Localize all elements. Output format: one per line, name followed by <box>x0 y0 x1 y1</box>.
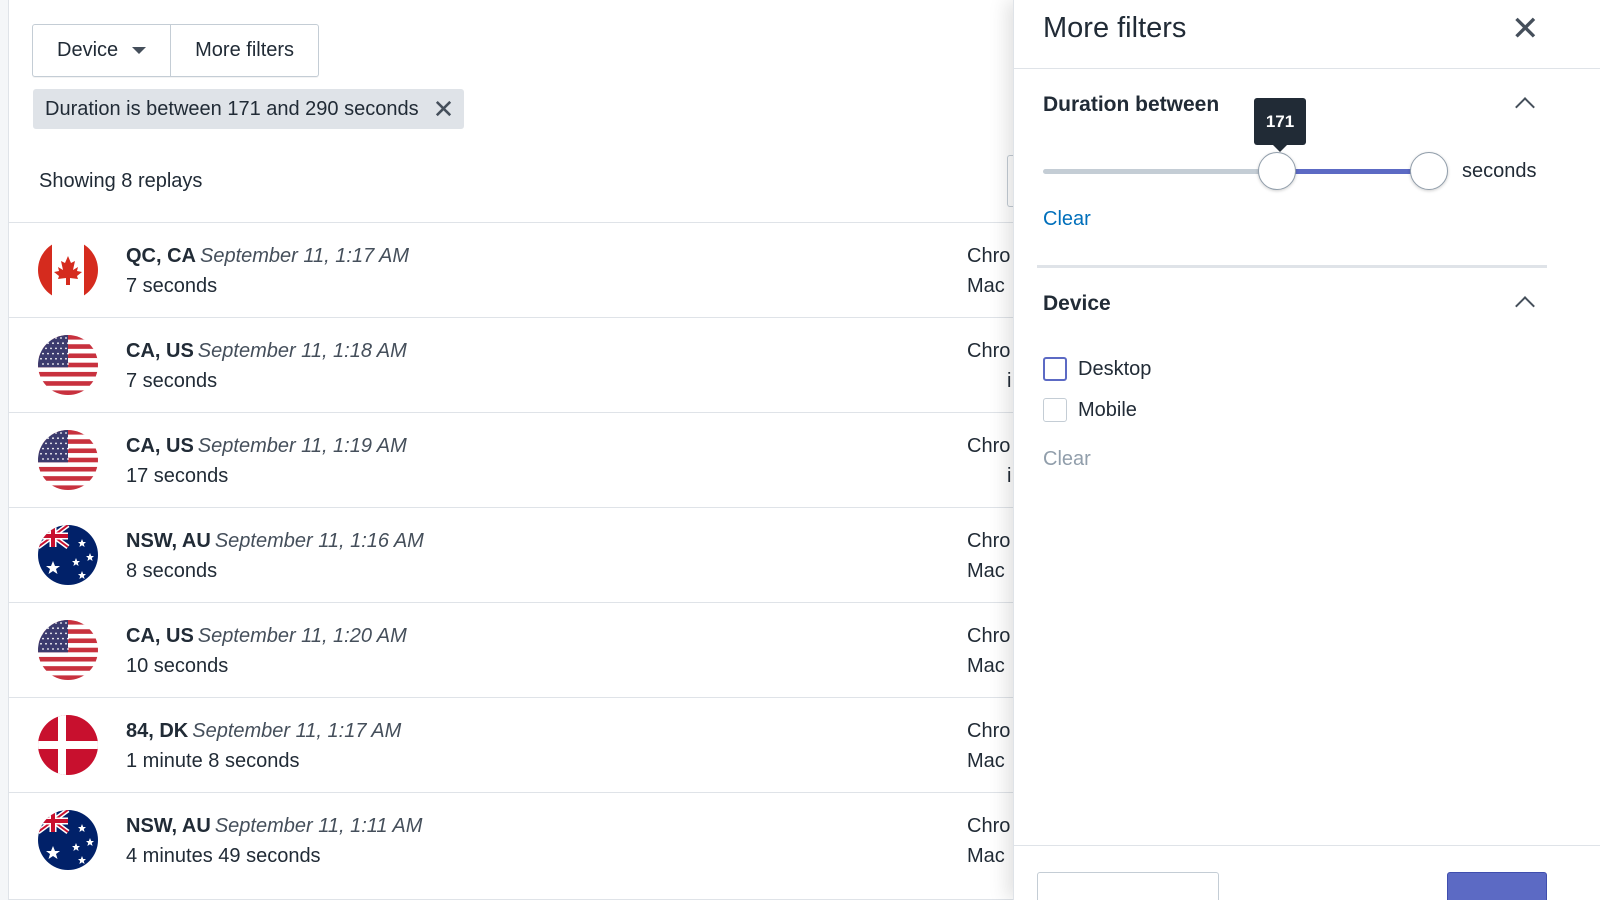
checkbox-box[interactable] <box>1043 398 1067 422</box>
replay-row[interactable]: 84, DK September 11, 1:17 AM 1 minute 8 se… <box>9 697 1039 792</box>
location-text: NSW, AU <box>126 815 211 837</box>
replay-duration: 7 seconds <box>126 370 218 392</box>
done-button[interactable] <box>1447 872 1547 900</box>
replay-duration: 4 minutes 49 seconds <box>126 845 321 867</box>
replay-browser: Chro <box>967 340 1011 362</box>
device-section-title[interactable]: Device <box>1043 292 1111 316</box>
australia-flag-icon <box>38 525 98 585</box>
remove-filter-icon[interactable]: ✕ <box>433 96 455 122</box>
location-text: CA, US <box>126 625 194 647</box>
device-clear-link[interactable]: Clear <box>1043 448 1091 471</box>
replay-browser: Chro <box>967 245 1011 267</box>
more-filters-button[interactable]: More filters <box>170 25 318 76</box>
active-filter-label: Duration is between 171 and 290 seconds <box>45 97 419 120</box>
replay-row[interactable]: NSW, AU September 11, 1:11 AM 4 minutes 49… <box>9 792 1039 887</box>
duration-clear-link[interactable]: Clear <box>1043 208 1091 231</box>
checkbox-box[interactable] <box>1043 357 1067 381</box>
clear-all-button[interactable] <box>1037 872 1219 900</box>
replay-row[interactable]: CA, US September 11, 1:18 AM 7 seconds Chro… <box>9 317 1039 412</box>
desktop-label: Desktop <box>1078 357 1152 380</box>
slider-min-handle[interactable] <box>1258 152 1296 190</box>
replay-browser: Chro <box>967 530 1011 552</box>
replay-date: September 11, 1:16 AM <box>214 530 424 552</box>
replay-date: September 11, 1:20 AM <box>197 625 407 647</box>
duration-section-title[interactable]: Duration between <box>1043 93 1219 117</box>
caret-down-icon <box>132 47 147 54</box>
chevron-up-icon[interactable] <box>1515 97 1535 117</box>
replay-row[interactable]: NSW, AU September 11, 1:16 AM 8 seconds Chr… <box>9 507 1039 602</box>
replay-row[interactable]: QC, CA September 11, 1:17 AM 7 seconds Chro… <box>9 222 1039 317</box>
replay-os: Mac <box>967 845 1005 867</box>
desktop-checkbox[interactable]: Desktop <box>1043 357 1151 381</box>
section-divider <box>1037 265 1547 268</box>
mobile-checkbox[interactable]: Mobile <box>1043 398 1137 422</box>
australia-flag-icon <box>38 810 98 870</box>
replay-duration: 10 seconds <box>126 655 229 677</box>
location-text: 84, DK <box>126 720 189 742</box>
replay-location: CA, US September 11, 1:20 AM <box>126 625 407 648</box>
duration-slider-fill <box>1277 169 1430 174</box>
replay-os: Mac <box>967 275 1005 297</box>
replay-browser: Chro <box>967 625 1011 647</box>
replay-os: Mac <box>967 560 1005 582</box>
location-text: QC, CA <box>126 245 196 267</box>
replay-date: September 11, 1:19 AM <box>197 435 407 457</box>
replay-location: NSW, AU September 11, 1:16 AM <box>126 530 424 553</box>
location-text: CA, US <box>126 435 194 457</box>
location-text: CA, US <box>126 340 194 362</box>
panel-header: More filters ✕ <box>1014 0 1600 69</box>
us-flag-icon <box>38 335 98 395</box>
filter-button-group: Device More filters <box>32 24 320 77</box>
replays-card: Device More filters Duration is between … <box>8 0 1047 900</box>
chevron-up-icon[interactable] <box>1515 296 1535 316</box>
replay-duration: 1 minute 8 seconds <box>126 750 300 772</box>
mobile-label: Mobile <box>1078 398 1137 421</box>
denmark-flag-icon <box>38 715 98 775</box>
replay-os: Mac <box>967 655 1005 677</box>
replay-browser: Chro <box>967 815 1011 837</box>
slider-tooltip: 171 <box>1254 98 1306 152</box>
slider-unit-label: seconds <box>1462 160 1537 182</box>
us-flag-icon <box>38 620 98 680</box>
replay-row[interactable]: CA, US September 11, 1:19 AM 17 seconds Chr… <box>9 412 1039 507</box>
replay-browser: Chro <box>967 435 1011 457</box>
replay-os: i <box>1007 465 1012 487</box>
replay-date: September 11, 1:11 AM <box>214 815 423 837</box>
close-icon[interactable]: ✕ <box>1511 12 1540 46</box>
panel-footer <box>1014 845 1600 900</box>
device-dropdown-label: Device <box>57 39 119 61</box>
results-count: Showing 8 replays <box>39 170 203 192</box>
replay-location: NSW, AU September 11, 1:11 AM <box>126 815 422 838</box>
replay-os: i <box>1007 370 1012 392</box>
more-filters-panel: More filters ✕ Duration between 171 seco… <box>1013 0 1600 900</box>
replay-date: September 11, 1:17 AM <box>200 245 410 267</box>
replay-location: 84, DK September 11, 1:17 AM <box>126 720 401 743</box>
active-filter-tag: Duration is between 171 and 290 seconds … <box>33 89 465 129</box>
replay-duration: 17 seconds <box>126 465 229 487</box>
replay-browser: Chro <box>967 720 1011 742</box>
device-dropdown-button[interactable]: Device <box>33 25 170 76</box>
replay-location: QC, CA September 11, 1:17 AM <box>126 245 409 268</box>
replay-os: Mac <box>967 750 1005 772</box>
replay-location: CA, US September 11, 1:19 AM <box>126 435 407 458</box>
location-text: NSW, AU <box>126 530 211 552</box>
replay-duration: 7 seconds <box>126 275 218 297</box>
replay-row[interactable]: CA, US September 11, 1:20 AM 10 seconds Chr… <box>9 602 1039 697</box>
us-flag-icon <box>38 430 98 490</box>
slider-max-handle[interactable] <box>1410 152 1449 190</box>
duration-slider-track[interactable] <box>1043 152 1449 190</box>
replay-list: QC, CA September 11, 1:17 AM 7 seconds Chro… <box>9 222 1039 887</box>
replay-date: September 11, 1:17 AM <box>192 720 402 742</box>
panel-title: More filters <box>1043 12 1187 44</box>
replay-date: September 11, 1:18 AM <box>197 340 407 362</box>
replay-duration: 8 seconds <box>126 560 218 582</box>
canada-flag-icon <box>38 240 98 300</box>
replay-location: CA, US September 11, 1:18 AM <box>126 340 407 363</box>
